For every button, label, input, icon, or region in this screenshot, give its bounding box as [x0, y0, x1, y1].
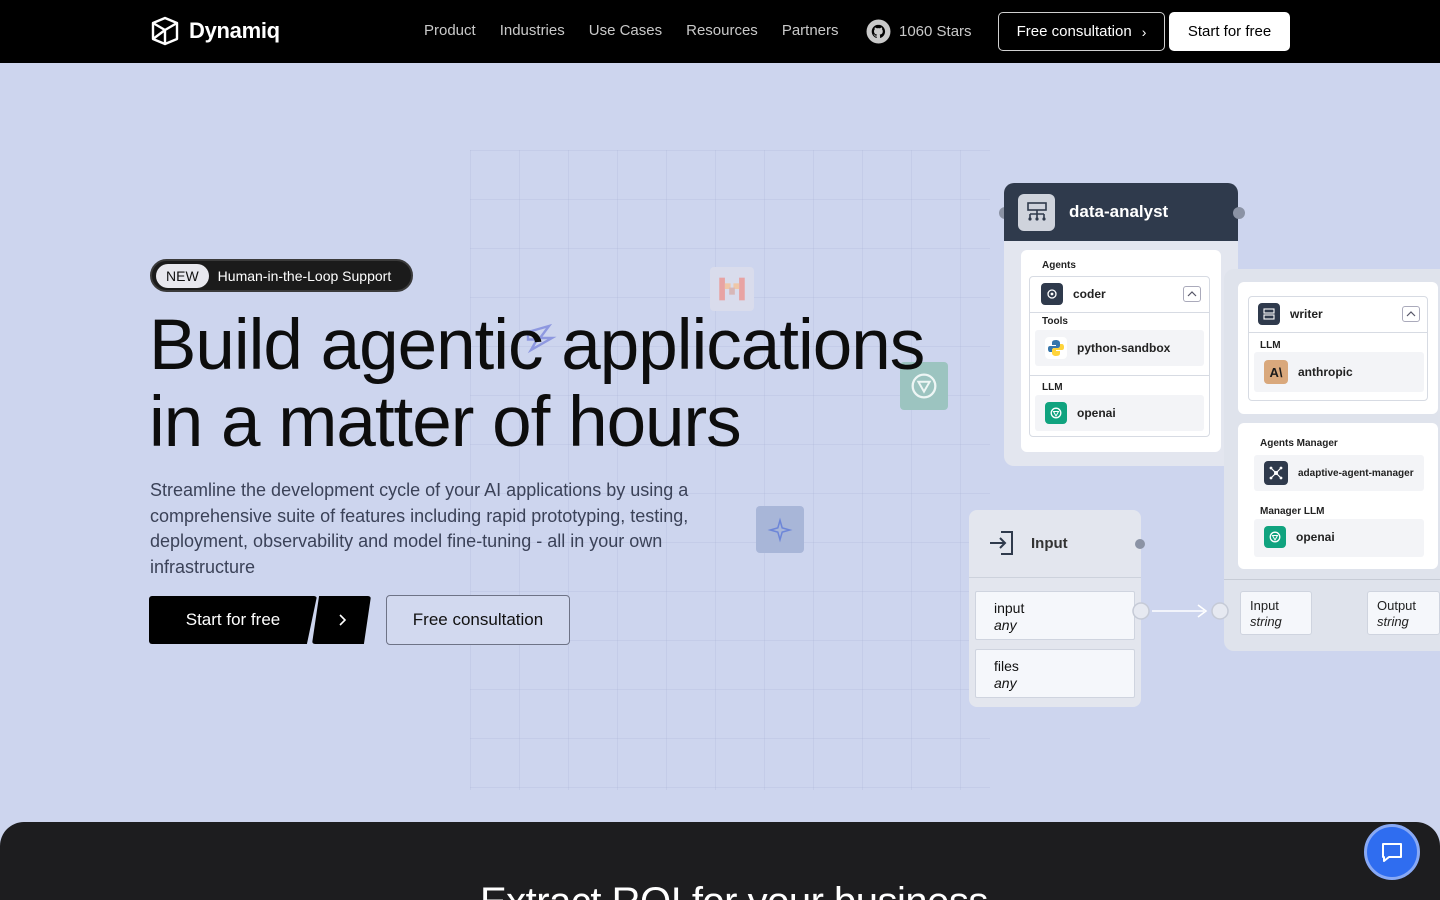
- github-stars-link[interactable]: 1060 Stars: [866, 19, 972, 44]
- io-input-label: Input: [1250, 598, 1279, 613]
- chevron-right-icon: [338, 614, 346, 626]
- data-analyst-node: data-analyst Agents coder Tools python-s…: [1004, 183, 1238, 466]
- agent-coder-row[interactable]: coder: [1041, 283, 1106, 305]
- tools-label: Tools: [1042, 316, 1068, 327]
- agents-group-node: writer LLM A\ anthropic Agents Manager a…: [1224, 269, 1440, 651]
- logo-text: Dynamiq: [189, 18, 280, 43]
- input-node-title: Input: [1031, 534, 1068, 552]
- divider: [1029, 375, 1210, 376]
- io-input-box: Input string: [1240, 591, 1312, 635]
- hero-title: Build agentic applications in a matter o…: [149, 307, 949, 461]
- sparkle-icon: [756, 506, 804, 553]
- io-output-box: Output string: [1367, 591, 1440, 635]
- nav-link-use-cases[interactable]: Use Cases: [589, 22, 662, 39]
- io-output-type: string: [1377, 614, 1409, 629]
- input-node: Input input any files any: [969, 510, 1141, 707]
- top-nav: Dynamiq Product Industries Use Cases Res…: [0, 0, 1440, 63]
- nav-consultation-button[interactable]: Free consultation ›: [998, 12, 1165, 51]
- chip-icon: [1041, 283, 1063, 305]
- manager-llm-row[interactable]: openai: [1264, 526, 1335, 548]
- port-type: any: [994, 617, 1017, 633]
- badge-text: Human-in-the-Loop Support: [217, 267, 392, 284]
- chevron-up-icon[interactable]: [1402, 306, 1420, 322]
- anthropic-icon: A\: [1264, 360, 1288, 384]
- hero-title-line-1: Build agentic applications: [149, 306, 925, 385]
- mistral-icon: [710, 267, 754, 311]
- data-analyst-header: data-analyst: [1004, 183, 1238, 241]
- connector-dot: [1233, 207, 1245, 219]
- chat-bubble-icon: [1382, 843, 1402, 862]
- background-grid: [470, 150, 990, 790]
- io-output-label: Output: [1377, 598, 1417, 613]
- data-analyst-panel: Agents coder Tools python-sandbox LLM op…: [1021, 250, 1221, 452]
- nav-link-industries[interactable]: Industries: [500, 22, 565, 39]
- manager-panel: Agents Manager adaptive-agent-manager Ma…: [1238, 423, 1438, 569]
- hero-title-line-2: in a matter of hours: [149, 383, 742, 462]
- agent-writer-row[interactable]: writer: [1258, 303, 1323, 325]
- hierarchy-icon: [1018, 193, 1055, 231]
- anthropic-mark: A\: [1269, 364, 1283, 380]
- divider: [969, 577, 1141, 578]
- manager-row[interactable]: adaptive-agent-manager: [1264, 461, 1414, 485]
- network-icon: [1264, 461, 1288, 485]
- llm-anthropic-row[interactable]: A\ anthropic: [1264, 360, 1353, 384]
- anthropic-name: anthropic: [1298, 365, 1353, 379]
- tool-name: python-sandbox: [1077, 341, 1171, 355]
- io-input-type: string: [1250, 614, 1282, 629]
- input-node-header: Input: [969, 510, 1141, 558]
- badge-new-label: NEW: [156, 263, 209, 288]
- chevron-right-icon: ›: [1141, 23, 1147, 40]
- nav-link-resources[interactable]: Resources: [686, 22, 758, 39]
- hero-consultation-button[interactable]: Free consultation: [386, 595, 570, 645]
- nav-link-product[interactable]: Product: [424, 22, 476, 39]
- nav-link-partners[interactable]: Partners: [782, 22, 839, 39]
- writer-name: writer: [1290, 307, 1323, 321]
- data-analyst-title: data-analyst: [1069, 202, 1169, 221]
- divider: [1029, 312, 1210, 313]
- nav-links: Product Industries Use Cases Resources P…: [424, 22, 839, 39]
- manager-llm-name: openai: [1296, 530, 1335, 544]
- hero-arrow-button[interactable]: [312, 596, 371, 644]
- port-name: input: [994, 600, 1025, 616]
- writer-llm-label: LLM: [1260, 340, 1281, 351]
- openai-icon: [1045, 402, 1067, 424]
- openai-icon: [1264, 526, 1286, 548]
- github-icon: [866, 19, 891, 44]
- port-type: any: [994, 675, 1017, 691]
- nav-consultation-label: Free consultation: [1016, 23, 1132, 40]
- announcement-badge[interactable]: NEW Human-in-the-Loop Support: [150, 259, 413, 292]
- chevron-up-icon[interactable]: [1183, 286, 1201, 302]
- llm-name: openai: [1077, 406, 1116, 420]
- logo[interactable]: Dynamiq: [150, 16, 280, 46]
- python-icon: [1045, 337, 1067, 359]
- login-icon: [990, 531, 1013, 555]
- hero-subtitle: Streamline the development cycle of your…: [150, 480, 689, 577]
- manager-name: adaptive-agent-manager: [1298, 467, 1414, 479]
- hero-start-button[interactable]: Start for free: [149, 596, 317, 644]
- manager-llm-label: Manager LLM: [1260, 506, 1325, 517]
- agent-name: coder: [1073, 287, 1106, 301]
- writer-panel: writer LLM A\ anthropic: [1238, 282, 1438, 414]
- dynamiq-logo-icon: [151, 16, 179, 46]
- port-name: files: [994, 658, 1019, 674]
- llm-label: LLM: [1042, 382, 1063, 393]
- connector-dot: [1135, 539, 1145, 549]
- workflow-icon: [1258, 303, 1280, 325]
- divider: [1248, 332, 1428, 333]
- nav-start-button[interactable]: Start for free: [1169, 12, 1290, 51]
- input-port-input: input any: [975, 591, 1135, 640]
- roi-section: Extract ROI for your business: [0, 822, 1440, 900]
- chat-button[interactable]: [1364, 824, 1420, 880]
- divider: [1224, 579, 1440, 580]
- llm-openai-row[interactable]: openai: [1045, 402, 1116, 424]
- manager-label: Agents Manager: [1260, 438, 1338, 449]
- agents-label: Agents: [1042, 260, 1076, 271]
- tool-python-row[interactable]: python-sandbox: [1045, 337, 1170, 359]
- edge-arrow: [1132, 602, 1229, 620]
- github-stars-count: 1060 Stars: [899, 23, 972, 40]
- roi-section-title: Extract ROI for your business: [480, 880, 988, 900]
- input-port-files: files any: [975, 649, 1135, 698]
